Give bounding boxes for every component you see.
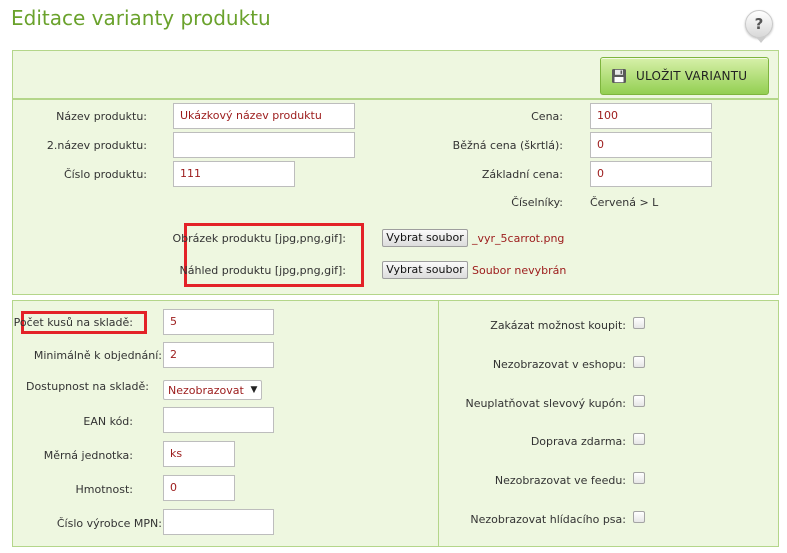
- unit-input[interactable]: ks: [163, 441, 235, 467]
- help-icon[interactable]: ?: [745, 10, 773, 38]
- image-file-name: _vyr_5carrot.png: [472, 232, 565, 245]
- stock-count-input[interactable]: 5: [163, 309, 274, 335]
- price-label: Cena:: [531, 110, 563, 123]
- price-input[interactable]: 100: [590, 103, 712, 129]
- option-label-hide-in-eshop: Nezobrazovat v eshopu:: [492, 358, 626, 371]
- option-checkbox-hide-watchdog[interactable]: [633, 511, 645, 523]
- page-title: Editace varianty produktu: [11, 6, 271, 30]
- base-price-input[interactable]: 0: [590, 161, 712, 187]
- preview-file-name: Soubor nevybrán: [472, 264, 567, 277]
- stock-panel-divider: [438, 300, 439, 547]
- preview-label: Náhled produktu [jpg,png,gif]:: [179, 264, 347, 277]
- help-symbol: ?: [754, 15, 764, 33]
- availability-select-value: Nezobrazovat d: [168, 383, 247, 397]
- option-label-disable-purchase: Zakázat možnost koupit:: [490, 319, 626, 332]
- floppy-disk-icon: [612, 69, 626, 83]
- weight-input[interactable]: 0: [163, 475, 235, 501]
- product-number-input[interactable]: 111: [173, 161, 295, 187]
- image-choose-file-button[interactable]: Vybrat soubor: [382, 229, 468, 247]
- image-label: Obrázek produktu [jpg,png,gif]:: [172, 232, 346, 245]
- option-checkbox-hide-in-eshop[interactable]: [633, 356, 645, 368]
- min-order-input[interactable]: 2: [163, 342, 274, 368]
- option-label-free-shipping: Doprava zdarma:: [530, 435, 626, 448]
- option-checkbox-no-coupon[interactable]: [633, 395, 645, 407]
- regular-price-input[interactable]: 0: [590, 132, 712, 158]
- option-label-no-coupon: Neuplatňovat slevový kupón:: [465, 397, 626, 410]
- codelists-value: Červená > L: [590, 196, 659, 209]
- product-name-input[interactable]: Ukázkový název produktu: [173, 103, 355, 129]
- save-button-label: ULOŽIT VARIANTU: [636, 69, 748, 83]
- option-checkbox-disable-purchase[interactable]: [633, 317, 645, 329]
- availability-label: Dostupnost na skladě:: [25, 380, 149, 393]
- preview-choose-file-button[interactable]: Vybrat soubor: [382, 261, 468, 279]
- option-checkbox-hide-in-feed[interactable]: [633, 472, 645, 484]
- option-label-hide-watchdog: Nezobrazovat hlídacího psa:: [470, 513, 626, 526]
- product-name2-label: 2.název produktu:: [46, 139, 147, 152]
- save-button[interactable]: ULOŽIT VARIANTU: [600, 57, 769, 95]
- unit-label: Měrná jednotka:: [43, 449, 133, 462]
- ean-input[interactable]: [163, 407, 274, 433]
- option-checkbox-free-shipping[interactable]: [633, 433, 645, 445]
- product-number-label: Číslo produktu:: [63, 168, 147, 181]
- availability-select[interactable]: Nezobrazovat d ▼: [163, 380, 262, 400]
- codelists-label: Číselníky:: [511, 196, 563, 209]
- min-order-label: Minimálně k objednání:: [33, 349, 162, 362]
- weight-label: Hmotnost:: [75, 483, 133, 496]
- ean-label: EAN kód:: [83, 415, 133, 428]
- help-icon-tail: [756, 37, 766, 43]
- dropdown-arrow-icon: ▼: [250, 385, 258, 395]
- option-label-hide-in-feed: Nezobrazovat ve feedu:: [494, 474, 626, 487]
- stock-count-label: Počet kusů na skladě:: [13, 316, 133, 329]
- product-name-label: Název produktu:: [56, 110, 147, 123]
- mpn-input[interactable]: [163, 509, 274, 535]
- mpn-label: Číslo výrobce MPN:: [56, 517, 162, 530]
- base-price-label: Základní cena:: [481, 168, 563, 181]
- regular-price-label: Běžná cena (škrtlá):: [452, 139, 563, 152]
- product-name2-input[interactable]: [173, 132, 355, 158]
